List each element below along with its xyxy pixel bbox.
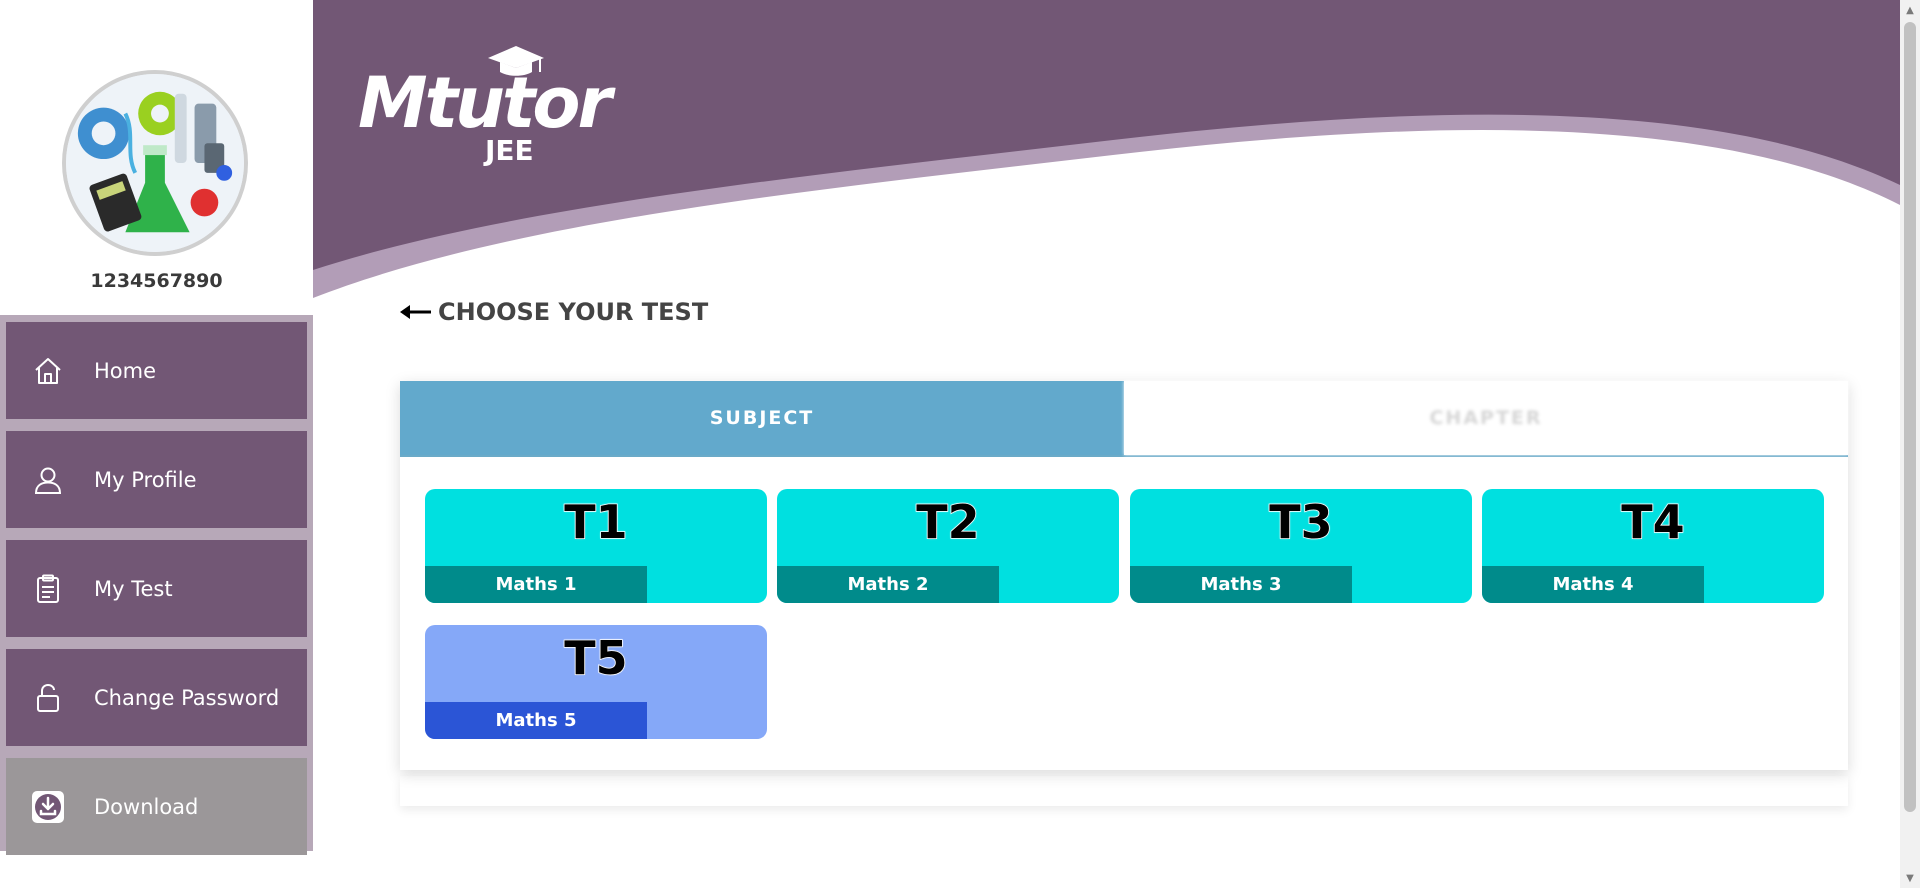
- test-code: T1: [564, 494, 629, 550]
- sidebar-item-label: My Profile: [94, 467, 197, 492]
- logo-sub-text: JEE: [485, 134, 534, 167]
- clipboard-icon: [32, 573, 64, 605]
- download-icon: [32, 790, 64, 823]
- test-code: T4: [1621, 494, 1686, 550]
- test-panel: SUBJECT CHAPTER T1 Maths 1 T2 Maths 2 T3…: [400, 381, 1848, 770]
- tab-subject[interactable]: SUBJECT: [400, 381, 1124, 455]
- home-icon: [32, 355, 64, 387]
- sidebar: 1234567890 Home My Profile My Test Chang…: [0, 0, 313, 888]
- sidebar-item-label: My Test: [94, 576, 173, 601]
- scrollbar-thumb[interactable]: [1904, 22, 1916, 812]
- header-banner: Mtutor JEE: [313, 0, 1900, 300]
- scroll-up-arrow-icon[interactable]: ▲: [1900, 0, 1920, 20]
- sidebar-item-my-profile[interactable]: My Profile: [6, 431, 307, 528]
- sidebar-item-label: Change Password: [94, 685, 280, 710]
- test-code: T2: [916, 494, 981, 550]
- test-card-t5[interactable]: T5 Maths 5: [425, 625, 767, 739]
- scroll-down-arrow-icon[interactable]: ▼: [1900, 868, 1920, 888]
- user-icon: [32, 464, 64, 496]
- back-arrow-icon[interactable]: [400, 302, 432, 322]
- sidebar-item-change-password[interactable]: Change Password: [6, 649, 307, 746]
- test-card-t4[interactable]: T4 Maths 4: [1482, 489, 1824, 603]
- test-name: Maths 1: [425, 566, 647, 603]
- test-card-t1[interactable]: T1 Maths 1: [425, 489, 767, 603]
- profile-avatar[interactable]: [62, 70, 248, 256]
- test-code: T5: [564, 630, 629, 686]
- sidebar-item-label: Home: [94, 358, 157, 383]
- page-title: CHOOSE YOUR TEST: [438, 298, 709, 326]
- sidebar-item-download[interactable]: Download: [6, 758, 307, 855]
- test-card-t2[interactable]: T2 Maths 2: [777, 489, 1119, 603]
- test-card-t3[interactable]: T3 Maths 3: [1130, 489, 1472, 603]
- mtutor-jee-logo[interactable]: Mtutor JEE: [358, 42, 612, 167]
- page-heading: CHOOSE YOUR TEST: [400, 298, 708, 326]
- test-name: Maths 2: [777, 566, 999, 603]
- test-name: Maths 5: [425, 702, 647, 739]
- tab-chapter[interactable]: CHAPTER: [1124, 381, 1848, 455]
- lock-icon: [32, 682, 64, 714]
- test-name: Maths 3: [1130, 566, 1352, 603]
- test-name: Maths 4: [1482, 566, 1704, 603]
- sidebar-menu: Home My Profile My Test Change Password …: [0, 315, 313, 855]
- test-code: T3: [1269, 494, 1334, 550]
- user-id-text: 1234567890: [90, 270, 223, 292]
- logo-brand-text: Mtutor: [358, 62, 612, 144]
- sidebar-item-label: Download: [94, 794, 199, 819]
- sidebar-item-home[interactable]: Home: [6, 322, 307, 419]
- sidebar-item-my-test[interactable]: My Test: [6, 540, 307, 637]
- science-collage-image: [66, 74, 244, 252]
- tab-bar: SUBJECT CHAPTER: [400, 381, 1848, 457]
- panel-footer-strip: [400, 776, 1848, 806]
- vertical-scrollbar[interactable]: ▲ ▼: [1900, 0, 1920, 888]
